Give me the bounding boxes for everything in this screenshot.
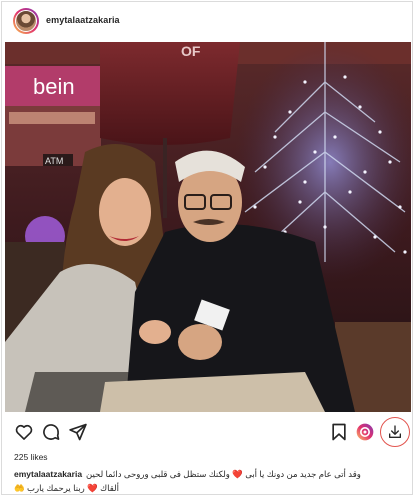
share-button[interactable]: [68, 422, 88, 442]
send-icon: [69, 423, 87, 441]
heart-icon: [15, 424, 33, 440]
download-button[interactable]: [380, 417, 410, 447]
instagram-post: emytalaatzakaria bein ATM OF 225 likes e…: [1, 1, 413, 495]
svg-text:ATM: ATM: [45, 156, 63, 166]
caption-username[interactable]: emytalaatzakaria: [14, 467, 82, 481]
likes-count[interactable]: 225 likes: [14, 452, 48, 462]
post-header: emytalaatzakaria: [2, 2, 412, 42]
praying-hands-emoji: 🤲: [14, 483, 25, 493]
post-photo[interactable]: bein ATM OF: [5, 42, 411, 412]
profile-avatar[interactable]: [13, 8, 39, 34]
save-button[interactable]: [329, 422, 349, 442]
caption-text-1a: وقد أتى عام جديد من دونك يا أبى: [245, 469, 361, 479]
bookmark-icon: [332, 423, 346, 441]
download-icon: [389, 425, 401, 438]
bein-sign: bein: [33, 74, 75, 99]
post-username[interactable]: emytalaatzakaria: [46, 15, 120, 25]
avatar-photo: [15, 10, 37, 32]
caption-line-1: emytalaatzakaria وقد أتى عام جديد من دون…: [14, 467, 404, 481]
heart-emoji-2: ❤️: [87, 483, 98, 493]
caption-text-1: وقد أتى عام جديد من دونك يا أبى ❤️ ولكنك…: [86, 467, 361, 481]
reels-download-button[interactable]: [355, 422, 375, 442]
comment-button[interactable]: [41, 422, 61, 442]
photo-illustration: bein ATM OF: [5, 42, 411, 412]
like-button[interactable]: [14, 422, 34, 442]
heart-emoji: ❤️: [232, 469, 243, 479]
caption-text-2b: ربنا يرحمك يارب: [26, 483, 85, 493]
caption-line-2: ألقاك ❤️ ربنا يرحمك يارب 🤲: [14, 481, 404, 495]
reels-download-icon: [356, 423, 374, 441]
post-caption: emytalaatzakaria وقد أتى عام جديد من دون…: [14, 467, 404, 495]
comment-icon: [43, 424, 60, 440]
caption-text-2a: ألقاك: [100, 483, 119, 493]
svg-text:OF: OF: [181, 43, 201, 59]
post-action-bar: [2, 414, 412, 450]
caption-text-1b: ولكنك ستظل فى قلبى وروحى دائما لحين: [86, 469, 230, 479]
